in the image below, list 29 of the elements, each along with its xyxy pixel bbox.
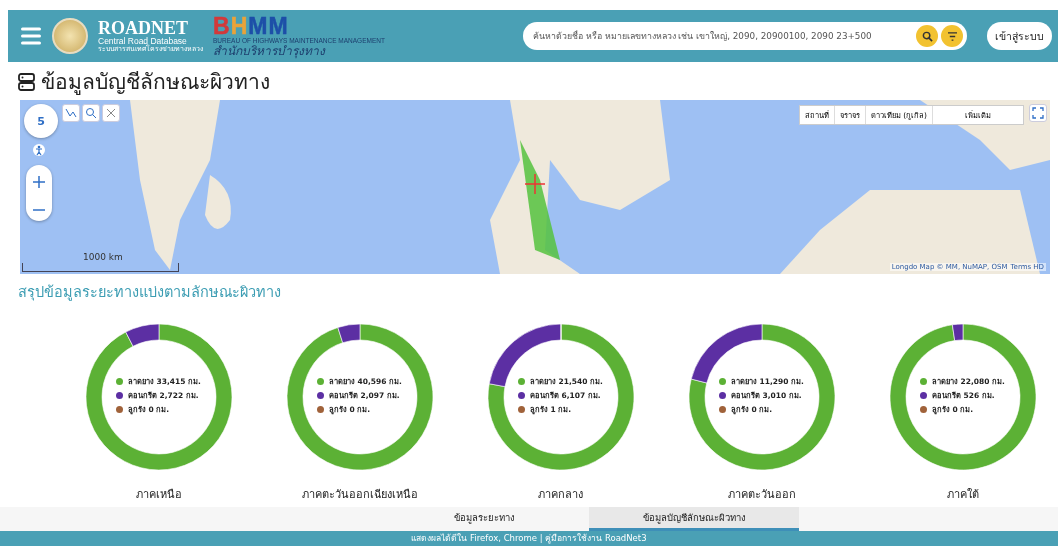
search-field[interactable]: ค้นหาด้วยชื่อ หรือ หมายเลขทางหลวง เช่น เขาใหญ่, 2090, 20900100, 2090 23+500 — [523, 22, 967, 50]
region-name: ภาคเหนือ — [135, 487, 182, 503]
tab[interactable]: ข้อมูลบัญชีลักษณะผิวทาง — [589, 507, 799, 531]
filter-icon — [946, 31, 958, 41]
emblem-icon — [52, 18, 88, 54]
search-icon — [921, 30, 933, 42]
map-navigation-pad[interactable]: 5 — [24, 104, 58, 138]
logo-title: ROADNET — [98, 19, 189, 38]
close-icon[interactable] — [102, 104, 120, 122]
scale-label: 1000 km — [83, 252, 123, 262]
login-button[interactable]: เข้าสู่ระบบ — [987, 22, 1052, 50]
storage-icon — [18, 73, 35, 91]
region-name: ภาคใต้ — [946, 487, 979, 503]
zoom-in-icon[interactable] — [33, 175, 45, 188]
agency-logo: BHMM — [213, 15, 289, 39]
zoom-box-icon[interactable] — [82, 104, 100, 122]
region-name: ภาคกลาง — [538, 487, 583, 503]
region-name: ภาคตะวันออกเฉียงเหนือ — [301, 487, 418, 503]
fullscreen-icon[interactable] — [1029, 104, 1047, 122]
tab[interactable]: ข้อมูลระยะทาง — [379, 507, 589, 531]
person-icon[interactable] — [33, 144, 45, 156]
menu-icon[interactable] — [20, 26, 42, 46]
zoom-out-icon[interactable] — [33, 208, 45, 211]
footer-text: แสดงผลได้ดีใน Firefox, Chrome | คู่มือการใช้งาน RoadNet3 — [411, 532, 647, 546]
page-title: ข้อมูลบัญชีลักษณะผิวทาง — [41, 69, 270, 96]
region-name: ภาคตะวันออก — [727, 487, 796, 503]
agency-thai-name: สำนักบริหารบำรุงทาง — [213, 44, 327, 57]
zoom-control[interactable] — [26, 165, 52, 221]
section-title: สรุปข้อมูลระยะทางแบ่งตามลักษณะผิวทาง — [18, 283, 282, 303]
